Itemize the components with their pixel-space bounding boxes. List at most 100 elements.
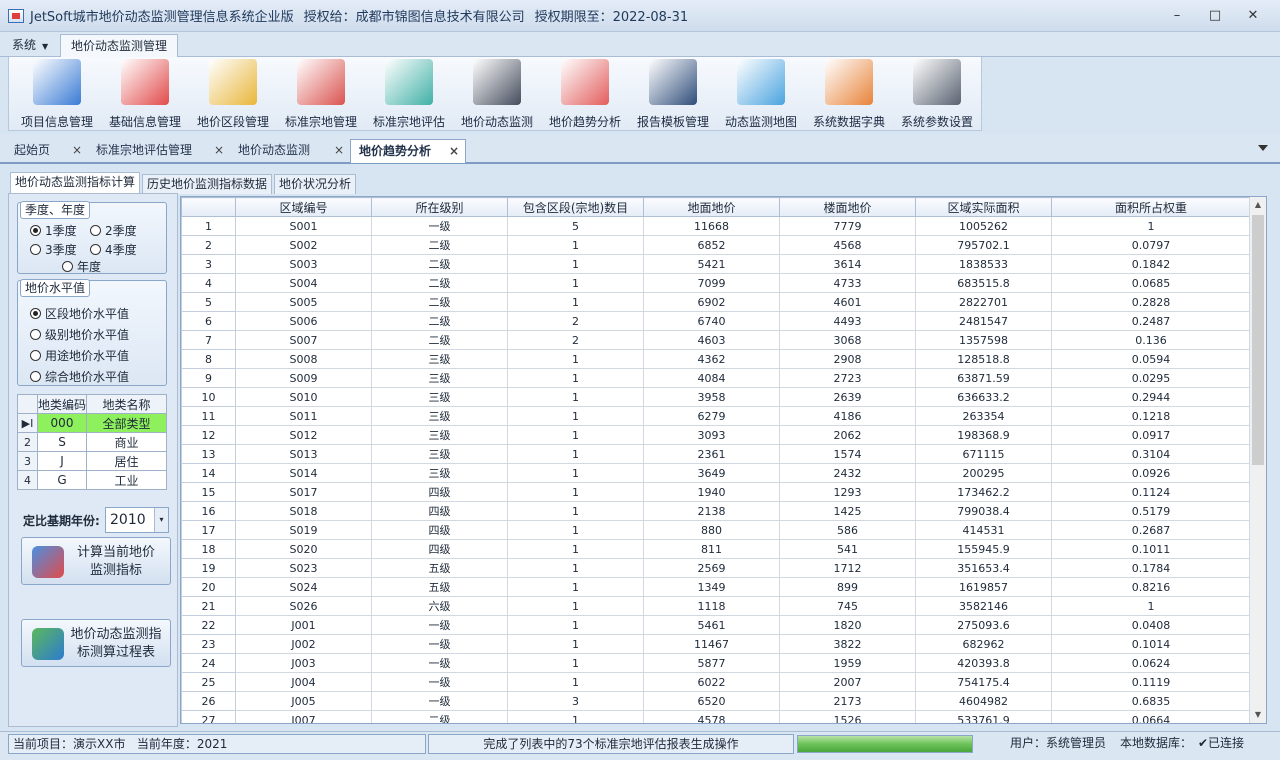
scroll-up-icon[interactable]: ▲ xyxy=(1250,197,1266,213)
table-cell: 1712 xyxy=(779,558,916,578)
subtab-indicator-calc[interactable]: 地价动态监测指标计算 xyxy=(10,172,141,194)
table-row[interactable]: 27 J007 二级 1 4578 1526 533761.9 0.0664 xyxy=(181,710,1251,723)
table-row[interactable]: 16 S018 四级 1 2138 1425 799038.4 0.5179 xyxy=(181,501,1251,521)
table-cell: 128518.8 xyxy=(915,349,1052,369)
radio-q1[interactable]: 1季度 xyxy=(30,222,77,239)
table-cell: 671115 xyxy=(915,444,1052,464)
table-row[interactable]: 8 S008 三级 1 4362 2908 128518.8 0.0594 xyxy=(181,349,1251,369)
radio-q3[interactable]: 3季度 xyxy=(30,241,77,258)
radio-year[interactable]: 年度 xyxy=(62,258,101,275)
column-header[interactable]: 地面地价 xyxy=(643,197,780,217)
maximize-button[interactable]: □ xyxy=(1202,6,1228,26)
table-cell: 4578 xyxy=(643,710,780,723)
table-row[interactable]: 17 S019 四级 1 880 586 414531 0.2687 xyxy=(181,520,1251,540)
doc-tab-monitoring[interactable]: 地价动态监测 × xyxy=(230,139,350,163)
table-cell: 1118 xyxy=(643,596,780,616)
ribbon-button-11[interactable]: 系统参数设置 xyxy=(893,59,981,129)
radio-grade-level[interactable]: 级别地价水平值 xyxy=(30,326,129,343)
table-row[interactable]: 4 S004 二级 1 7099 4733 683515.8 0.0685 xyxy=(181,273,1251,293)
table-row[interactable]: 25 J004 一级 1 6022 2007 754175.4 0.1119 xyxy=(181,672,1251,692)
table-row[interactable]: 22 J001 一级 1 5461 1820 275093.6 0.0408 xyxy=(181,615,1251,635)
scroll-thumb[interactable] xyxy=(1252,215,1264,465)
table-row[interactable]: 11 S011 三级 1 6279 4186 263354 0.1218 xyxy=(181,406,1251,426)
table-row[interactable]: 12 S012 三级 1 3093 2062 198368.9 0.0917 xyxy=(181,425,1251,445)
ribbon-button-4[interactable]: 标准宗地管理 xyxy=(277,59,365,129)
doc-tab-trend-analysis[interactable]: 地价趋势分析 × xyxy=(350,139,466,163)
table-row[interactable]: 7 S007 二级 2 4603 3068 1357598 0.136 xyxy=(181,330,1251,350)
table-cell: 二级 xyxy=(371,235,508,255)
table-cell: S005 xyxy=(235,292,372,312)
table-row[interactable]: 3 J 居住 xyxy=(17,451,167,471)
title-bar: JetSoft城市地价动态监测管理信息系统企业版 授权给：成都市锦图信息技术有限公… xyxy=(0,0,1280,32)
table-row[interactable]: 6 S006 二级 2 6740 4493 2481547 0.2487 xyxy=(181,311,1251,331)
table-row[interactable]: 20 S024 五级 1 1349 899 1619857 0.8216 xyxy=(181,577,1251,597)
column-header[interactable]: 包含区段(宗地)数目 xyxy=(507,197,644,217)
ribbon-button-9[interactable]: 动态监测地图 xyxy=(717,59,805,129)
ribbon-button-2[interactable]: 基础信息管理 xyxy=(101,59,189,129)
row-number: 14 xyxy=(181,463,236,483)
table-cell: J002 xyxy=(235,634,372,654)
minimize-button[interactable]: – xyxy=(1164,6,1190,26)
radio-use-level[interactable]: 用途地价水平值 xyxy=(30,347,129,364)
close-icon[interactable]: × xyxy=(334,139,344,161)
ribbon-button-10[interactable]: 系统数据字典 xyxy=(805,59,893,129)
system-menu[interactable]: 系统 ▼ xyxy=(6,35,54,55)
table-row[interactable]: 21 S026 六级 1 1118 745 3582146 1 xyxy=(181,596,1251,616)
column-header[interactable]: 区域实际面积 xyxy=(915,197,1052,217)
table-row[interactable]: 24 J003 一级 1 5877 1959 420393.8 0.0624 xyxy=(181,653,1251,673)
close-icon[interactable]: × xyxy=(449,140,459,162)
table-row[interactable]: 15 S017 四级 1 1940 1293 173462.2 0.1124 xyxy=(181,482,1251,502)
subtab-status-analysis[interactable]: 地价状况分析 xyxy=(274,174,357,194)
calc-process-table-button[interactable]: 地价动态监测指 标测算过程表 xyxy=(21,619,171,667)
table-row[interactable]: ▶I 000 全部类型 xyxy=(17,413,167,433)
table-row[interactable]: 3 S003 二级 1 5421 3614 1838533 0.1842 xyxy=(181,254,1251,274)
table-row[interactable]: 5 S005 二级 1 6902 4601 2822701 0.2828 xyxy=(181,292,1251,312)
radio-composite-level[interactable]: 综合地价水平值 xyxy=(30,368,129,385)
radio-q4[interactable]: 4季度 xyxy=(90,241,137,258)
table-row[interactable]: 23 J002 一级 1 11467 3822 682962 0.1014 xyxy=(181,634,1251,654)
ribbon-button-5[interactable]: 标准宗地评估 xyxy=(365,59,453,129)
ribbon-button-1[interactable]: 项目信息管理 xyxy=(13,59,101,129)
column-header[interactable]: 区域编号 xyxy=(235,197,372,217)
table-row[interactable]: 10 S010 三级 1 3958 2639 636633.2 0.2944 xyxy=(181,387,1251,407)
table-row[interactable]: 26 J005 一级 3 6520 2173 4604982 0.6835 xyxy=(181,691,1251,711)
table-row[interactable]: 1 S001 一级 5 11668 7779 1005262 1 xyxy=(181,216,1251,236)
table-cell: 636633.2 xyxy=(915,387,1052,407)
ribbon-button-6[interactable]: 地价动态监测 xyxy=(453,59,541,129)
laptop-gear-icon xyxy=(649,59,697,105)
radio-label: 区段地价水平值 xyxy=(45,307,130,321)
table-cell: 263354 xyxy=(915,406,1052,426)
ribbon-button-8[interactable]: 报告模板管理 xyxy=(629,59,717,129)
table-row[interactable]: 19 S023 五级 1 2569 1712 351653.4 0.1784 xyxy=(181,558,1251,578)
close-button[interactable]: ✕ xyxy=(1240,6,1266,26)
ribbon-tab-land-price[interactable]: 地价动态监测管理 xyxy=(60,34,179,58)
table-row[interactable]: 14 S014 三级 1 3649 2432 200295 0.0926 xyxy=(181,463,1251,483)
table-row[interactable]: 18 S020 四级 1 811 541 155945.9 0.1011 xyxy=(181,539,1251,559)
table-row[interactable]: 9 S009 三级 1 4084 2723 63871.59 0.0295 xyxy=(181,368,1251,388)
table-row[interactable]: 4 G 工业 xyxy=(17,470,167,490)
base-year-select[interactable]: 2010 ▾ xyxy=(105,507,169,533)
calc-indicator-button[interactable]: 计算当前地价 监测指标 xyxy=(21,537,171,585)
tab-list-dropdown-icon[interactable] xyxy=(1258,145,1268,151)
column-header[interactable]: 楼面地价 xyxy=(779,197,916,217)
radio-zone-level[interactable]: 区段地价水平值 xyxy=(30,305,129,322)
radio-q2[interactable]: 2季度 xyxy=(90,222,137,239)
column-header[interactable]: 所在级别 xyxy=(371,197,508,217)
subtab-history-data[interactable]: 历史地价监测指标数据 xyxy=(142,174,273,194)
table-row[interactable]: 13 S013 三级 1 2361 1574 671115 0.3104 xyxy=(181,444,1251,464)
close-icon[interactable]: × xyxy=(72,139,82,161)
vertical-scrollbar[interactable]: ▲ ▼ xyxy=(1249,197,1266,723)
table-cell: 1 xyxy=(507,254,644,274)
doc-tab-start[interactable]: 起始页 × xyxy=(6,139,88,163)
column-header[interactable]: 面积所占权重 xyxy=(1051,197,1251,217)
chevron-down-icon[interactable]: ▾ xyxy=(154,508,168,532)
scroll-down-icon[interactable]: ▼ xyxy=(1250,707,1266,723)
table-row[interactable]: 2 S 商业 xyxy=(17,432,167,452)
table-row[interactable]: 2 S002 二级 1 6852 4568 795702.1 0.0797 xyxy=(181,235,1251,255)
ribbon-button-3[interactable]: 地价区段管理 xyxy=(189,59,277,129)
doc-tab-parcel-eval[interactable]: 标准宗地评估管理 × xyxy=(88,139,230,163)
chevron-down-icon: ▼ xyxy=(42,42,49,51)
row-number: 9 xyxy=(181,368,236,388)
ribbon-button-7[interactable]: 地价趋势分析 xyxy=(541,59,629,129)
close-icon[interactable]: × xyxy=(214,139,224,161)
